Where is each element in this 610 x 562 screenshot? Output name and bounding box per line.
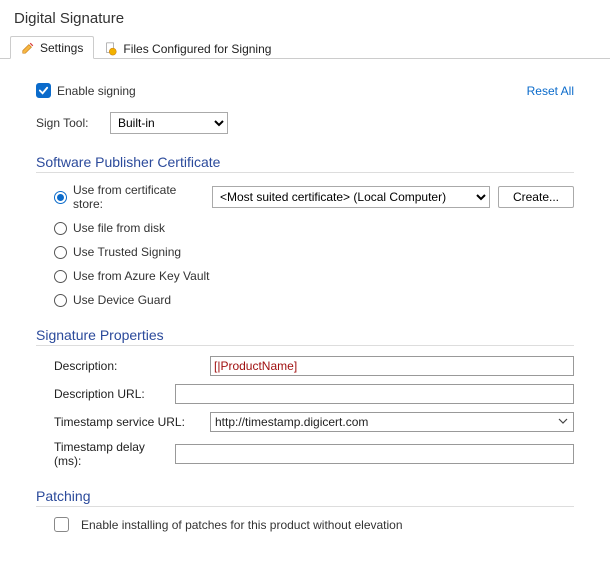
timestamp-url-value: http://timestamp.digicert.com	[215, 415, 368, 429]
radio-trusted-signing-label: Use Trusted Signing	[73, 245, 181, 259]
description-url-input[interactable]	[175, 384, 574, 404]
section-sigprops-title: Signature Properties	[36, 327, 574, 346]
radio-azure-keyvault-label: Use from Azure Key Vault	[73, 269, 210, 283]
radio-device-guard[interactable]	[54, 294, 67, 307]
create-cert-button[interactable]: Create...	[498, 186, 574, 208]
enable-signing-label: Enable signing	[57, 84, 136, 98]
radio-cert-file-label: Use file from disk	[73, 221, 165, 235]
section-patching-title: Patching	[36, 488, 574, 507]
tab-bar: Settings Files Configured for Signing	[0, 33, 610, 59]
tab-files[interactable]: Files Configured for Signing	[94, 38, 281, 59]
timestamp-url-combo[interactable]: http://timestamp.digicert.com	[210, 412, 574, 432]
section-certificate-title: Software Publisher Certificate	[36, 154, 574, 173]
sign-tool-label: Sign Tool:	[36, 116, 100, 130]
enable-patching-label: Enable installing of patches for this pr…	[81, 518, 403, 532]
description-label: Description:	[54, 359, 204, 373]
timestamp-delay-input[interactable]	[175, 444, 574, 464]
radio-cert-file[interactable]	[54, 222, 67, 235]
tab-settings-label: Settings	[40, 41, 83, 55]
page-title: Digital Signature	[0, 0, 610, 33]
enable-signing-checkbox[interactable]	[36, 83, 51, 98]
reset-all-link[interactable]: Reset All	[527, 84, 574, 98]
radio-cert-store-label: Use from certificate store:	[73, 183, 204, 211]
file-badge-icon	[104, 42, 118, 56]
tab-files-label: Files Configured for Signing	[123, 42, 271, 56]
cert-store-select[interactable]: <Most suited certificate> (Local Compute…	[212, 186, 490, 208]
radio-cert-store[interactable]	[54, 191, 67, 204]
enable-patching-checkbox[interactable]	[54, 517, 69, 532]
description-input[interactable]: [|ProductName]	[210, 356, 574, 376]
pencil-icon	[21, 41, 35, 55]
radio-trusted-signing[interactable]	[54, 246, 67, 259]
radio-azure-keyvault[interactable]	[54, 270, 67, 283]
timestamp-url-label: Timestamp service URL:	[54, 415, 204, 429]
chevron-down-icon[interactable]	[553, 415, 573, 429]
settings-panel: Enable signing Reset All Sign Tool: Buil…	[0, 59, 610, 552]
description-url-label: Description URL:	[54, 387, 169, 401]
timestamp-delay-label: Timestamp delay (ms):	[54, 440, 169, 468]
radio-device-guard-label: Use Device Guard	[73, 293, 171, 307]
description-value: [|ProductName]	[214, 359, 297, 373]
tab-settings[interactable]: Settings	[10, 36, 94, 59]
sign-tool-select[interactable]: Built-in	[110, 112, 228, 134]
